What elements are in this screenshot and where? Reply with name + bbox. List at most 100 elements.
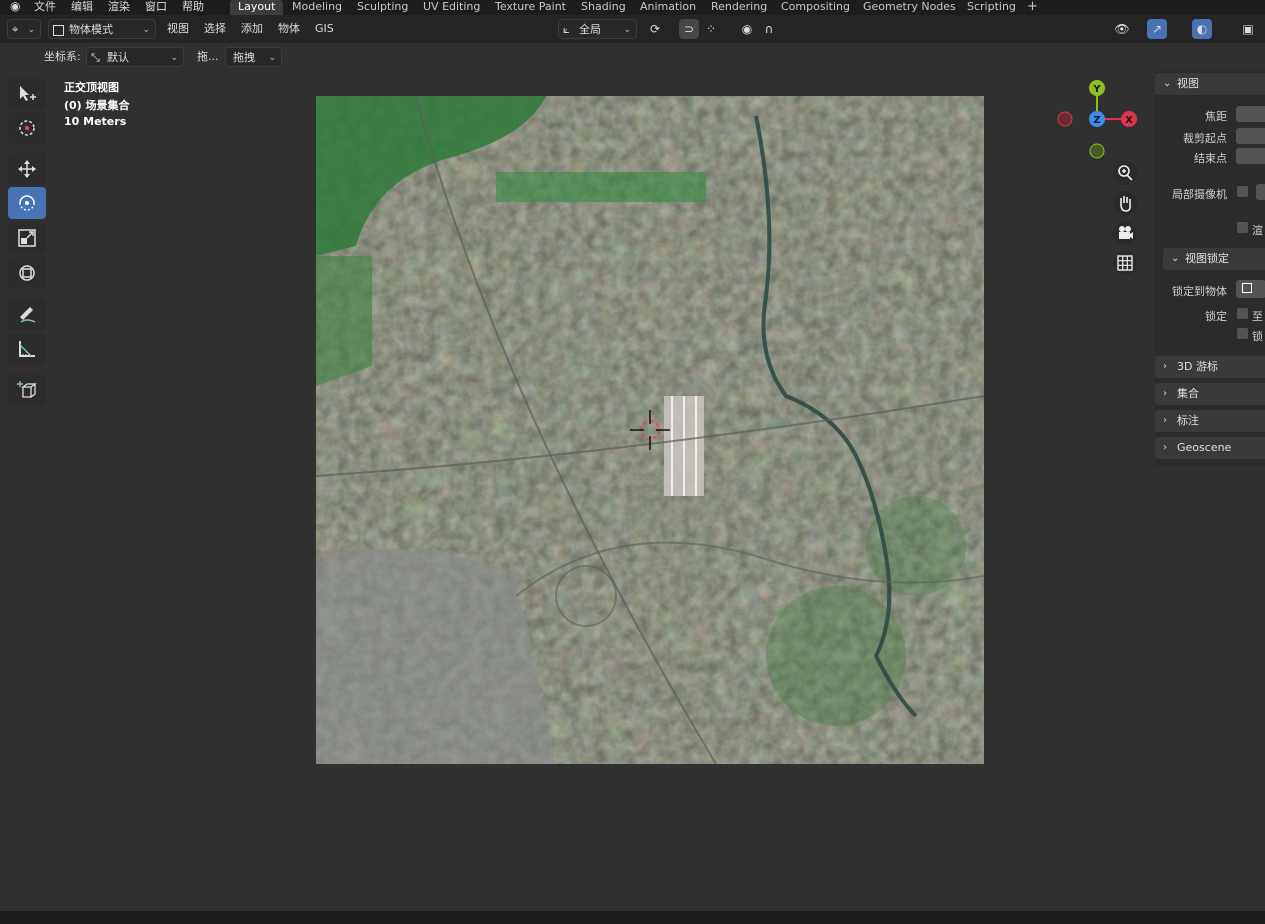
menu-help[interactable]: 帮助 xyxy=(182,0,204,15)
clip-end-label: 结束点 xyxy=(1194,152,1227,165)
tab-geometry-nodes[interactable]: Geometry Nodes xyxy=(855,0,964,15)
gizmo-toggle-icon[interactable]: ↗ xyxy=(1147,19,1167,39)
menu-select[interactable]: 选择 xyxy=(204,19,226,39)
chevron-right-icon: › xyxy=(1163,415,1167,426)
menu-object[interactable]: 物体 xyxy=(278,19,300,39)
tab-texture-paint[interactable]: Texture Paint xyxy=(487,0,574,15)
falloff-curve-icon[interactable]: ∩ xyxy=(759,19,779,39)
ruler-icon xyxy=(19,341,35,357)
tab-animation[interactable]: Animation xyxy=(632,0,704,15)
clip-end-field[interactable] xyxy=(1236,148,1265,164)
tab-layout[interactable]: Layout xyxy=(230,0,284,15)
blender-logo-icon[interactable]: ◉ xyxy=(10,0,20,15)
render-region-checkbox[interactable] xyxy=(1237,222,1248,233)
tab-shading[interactable]: Shading xyxy=(573,0,634,15)
tab-uv-editing[interactable]: UV Editing xyxy=(415,0,488,15)
rotate-tool[interactable] xyxy=(8,187,46,219)
snap-magnet-icon[interactable]: ⊃ xyxy=(679,19,699,39)
tab-compositing[interactable]: Compositing xyxy=(773,0,858,15)
eye-visibility-icon[interactable]: 👁 xyxy=(1112,19,1132,39)
lock-label: 锁定 xyxy=(1205,310,1227,323)
select-box-tool[interactable] xyxy=(8,78,46,110)
view-name-label: 正交顶视图 xyxy=(64,81,119,94)
3d-cursor-icon[interactable] xyxy=(628,408,672,452)
pan-button[interactable] xyxy=(1113,191,1137,215)
overlay-toggle-icon[interactable]: ◐ xyxy=(1192,19,1212,39)
lock-option2-checkbox[interactable] xyxy=(1237,328,1248,339)
menu-file[interactable]: 文件 xyxy=(34,0,56,15)
proportional-edit-icon[interactable]: ◉ xyxy=(737,19,757,39)
bottom-timeline-bar xyxy=(0,911,1265,924)
tab-modeling[interactable]: Modeling xyxy=(284,0,350,15)
zoom-button[interactable] xyxy=(1113,161,1137,185)
panel-3d-cursor-title: 3D 游标 xyxy=(1177,360,1218,373)
camera-icon xyxy=(1119,226,1133,239)
panel-geoscene-header[interactable]: › Geoscene xyxy=(1155,437,1265,459)
hand-icon xyxy=(1120,196,1131,212)
menu-add[interactable]: 添加 xyxy=(241,19,263,39)
annotate-tool[interactable] xyxy=(8,298,46,330)
menu-edit[interactable]: 编辑 xyxy=(71,0,93,15)
menu-view[interactable]: 视图 xyxy=(167,19,189,39)
local-camera-label: 局部摄像机 xyxy=(1172,188,1227,201)
chevron-down-icon: ⌄ xyxy=(142,25,150,35)
drag-dropdown[interactable]: 拖拽 ⌄ xyxy=(225,47,282,67)
add-cube-tool[interactable] xyxy=(8,374,46,406)
move-arrows-icon xyxy=(18,160,36,178)
panel-collection-header[interactable]: › 集合 xyxy=(1155,383,1265,405)
pencil-icon xyxy=(20,307,36,323)
crosshair-cursor-icon xyxy=(19,120,35,136)
render-region-label: 渲 xyxy=(1252,224,1263,237)
editor-type-dropdown[interactable]: ⌖ ⌄ xyxy=(7,19,41,39)
coord-system-dropdown[interactable]: ⤡ 默认 ⌄ xyxy=(86,47,184,67)
panel-view-header[interactable]: ⌄ 视图 xyxy=(1155,73,1265,95)
menu-gis[interactable]: GIS xyxy=(315,19,334,39)
clip-start-label: 裁剪起点 xyxy=(1183,132,1227,145)
panel-annotation-header[interactable]: › 标注 xyxy=(1155,410,1265,432)
lock-option1-label: 至 xyxy=(1252,310,1263,323)
chevron-down-icon: ⌄ xyxy=(1163,78,1172,89)
lock-to-object-label: 锁定到物体 xyxy=(1172,285,1227,298)
add-workspace-button[interactable]: + xyxy=(1019,0,1046,15)
tab-rendering[interactable]: Rendering xyxy=(703,0,775,15)
object-icon xyxy=(1242,283,1252,293)
gizmo-y-label: Y xyxy=(1092,84,1101,95)
snap-target-icon[interactable]: ⁘ xyxy=(701,19,721,39)
panel-view-lock-header[interactable]: ⌄ 视图锁定 xyxy=(1163,248,1265,270)
camera-view-button[interactable] xyxy=(1113,221,1137,245)
panel-3d-cursor-header[interactable]: › 3D 游标 xyxy=(1155,356,1265,378)
transform-tool[interactable] xyxy=(8,257,46,289)
xray-toggle-icon[interactable]: ▣ xyxy=(1238,19,1258,39)
clip-start-field[interactable] xyxy=(1236,128,1265,144)
navigation-gizmo[interactable]: Y X Z xyxy=(1052,76,1144,162)
cursor-tool[interactable] xyxy=(8,112,46,144)
viewport-header: ⌖ ⌄ 物体模式 ⌄ 视图 选择 添加 物体 GIS ⟀ 全局 ⌄ ⟳ ⊃ ⁘ … xyxy=(0,15,1265,43)
lock-to-object-field[interactable] xyxy=(1236,280,1265,298)
mode-dropdown[interactable]: 物体模式 ⌄ xyxy=(48,19,156,39)
tab-sculpting[interactable]: Sculpting xyxy=(349,0,416,15)
local-camera-field[interactable] xyxy=(1256,184,1265,200)
coord-system-label: 坐标系: xyxy=(44,50,81,63)
scale-label: 10 Meters xyxy=(64,115,127,128)
perspective-toggle-button[interactable] xyxy=(1113,251,1137,275)
lock-option2-label: 锁 xyxy=(1252,330,1263,343)
tool-settings-bar: 坐标系: ⤡ 默认 ⌄ 拖... 拖拽 ⌄ xyxy=(0,43,1265,71)
mode-label: 物体模式 xyxy=(69,23,113,36)
focal-length-field[interactable] xyxy=(1236,106,1265,122)
tab-scripting[interactable]: Scripting xyxy=(959,0,1024,15)
scale-box-icon xyxy=(18,229,36,247)
menu-window[interactable]: 窗口 xyxy=(145,0,167,15)
local-camera-checkbox[interactable] xyxy=(1237,186,1248,197)
transform-orientation-dropdown[interactable]: ⟀ 全局 ⌄ xyxy=(558,19,637,39)
lock-option1-checkbox[interactable] xyxy=(1237,308,1248,319)
object-mode-icon xyxy=(53,25,64,36)
chevron-down-icon: ⌄ xyxy=(1171,253,1180,264)
coord-system-value: 默认 xyxy=(107,51,129,64)
chevron-right-icon: › xyxy=(1163,388,1167,399)
menu-render[interactable]: 渲染 xyxy=(108,0,130,15)
measure-tool[interactable] xyxy=(8,333,46,365)
move-tool[interactable] xyxy=(8,153,46,185)
scale-tool[interactable] xyxy=(8,222,46,254)
add-cube-icon xyxy=(17,381,37,398)
pivot-point-icon[interactable]: ⟳ xyxy=(645,19,665,39)
